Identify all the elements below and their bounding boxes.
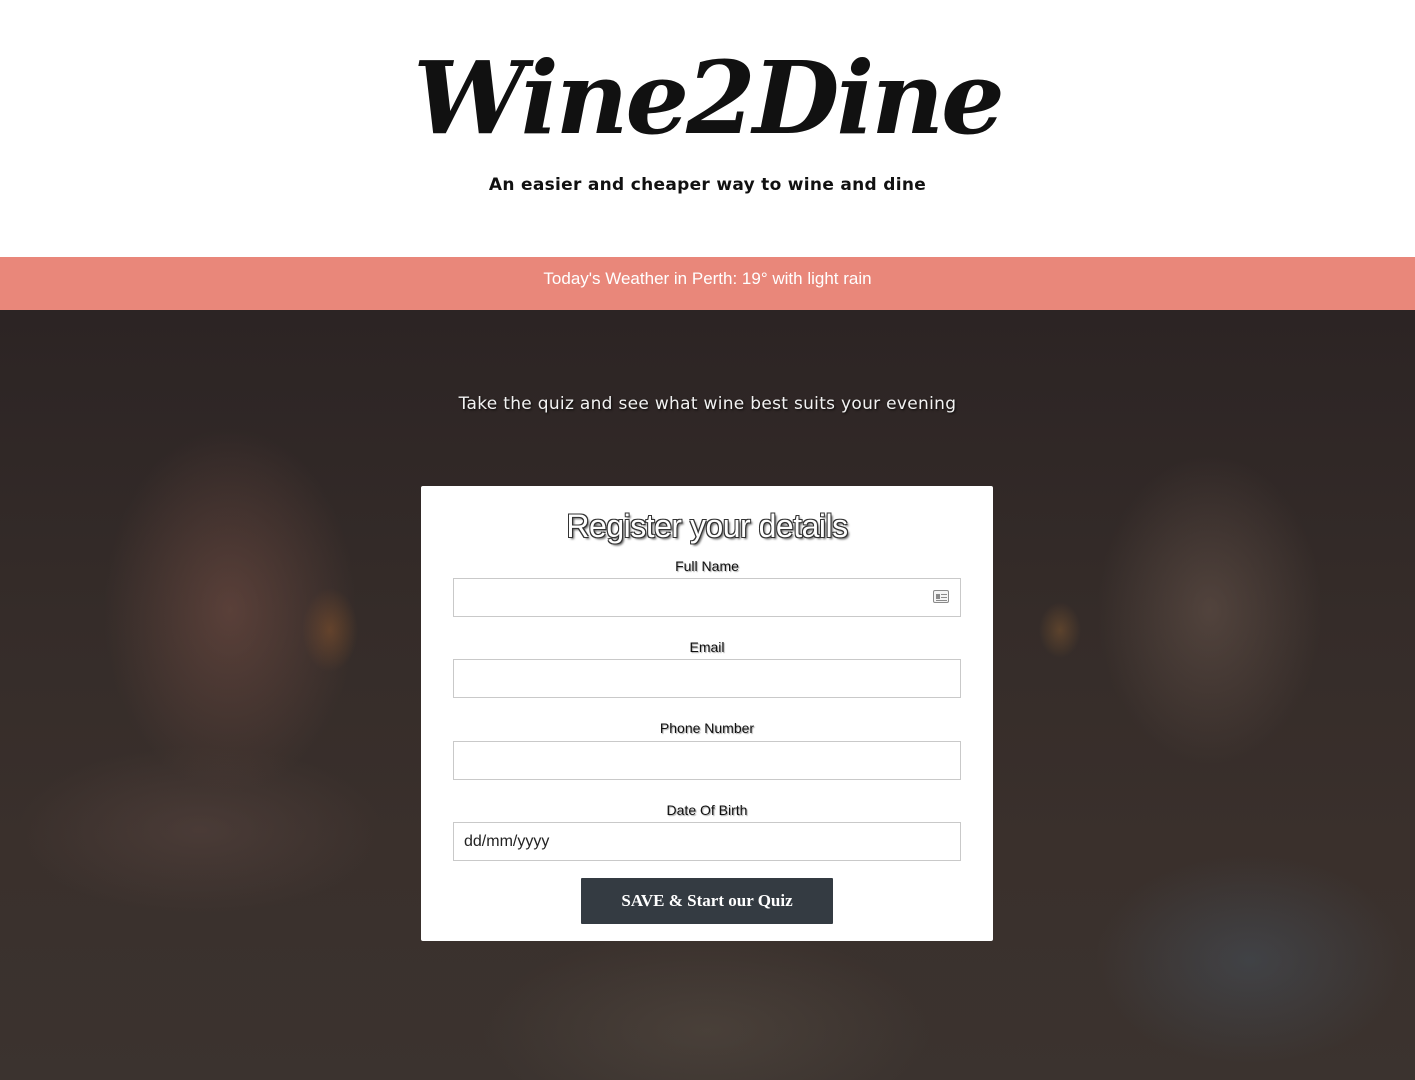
contact-card-icon[interactable] — [933, 590, 949, 603]
hero-intro-text: Take the quiz and see what wine best sui… — [458, 394, 957, 414]
email-label: Email — [689, 639, 725, 655]
save-start-quiz-button[interactable]: SAVE & Start our Quiz — [581, 878, 833, 924]
site-logo[interactable]: Wine2Dine — [0, 38, 1415, 158]
email-input[interactable] — [453, 659, 961, 698]
dob-input[interactable] — [453, 822, 961, 861]
phone-input[interactable] — [453, 741, 961, 780]
site-header: Wine2Dine An easier and cheaper way to w… — [0, 0, 1415, 257]
full-name-label: Full Name — [675, 558, 739, 574]
weather-bar: Today's Weather in Perth: 19° with light… — [0, 257, 1415, 310]
phone-label: Phone Number — [659, 720, 755, 736]
site-tagline: An easier and cheaper way to wine and di… — [488, 175, 927, 195]
dob-label: Date Of Birth — [666, 802, 748, 818]
full-name-input[interactable] — [453, 578, 961, 617]
form-title: Register your details — [566, 508, 848, 544]
weather-text: Today's Weather in Perth: 19° with light… — [543, 269, 872, 288]
registration-form: Register your details Full Name Email Ph… — [421, 486, 993, 941]
